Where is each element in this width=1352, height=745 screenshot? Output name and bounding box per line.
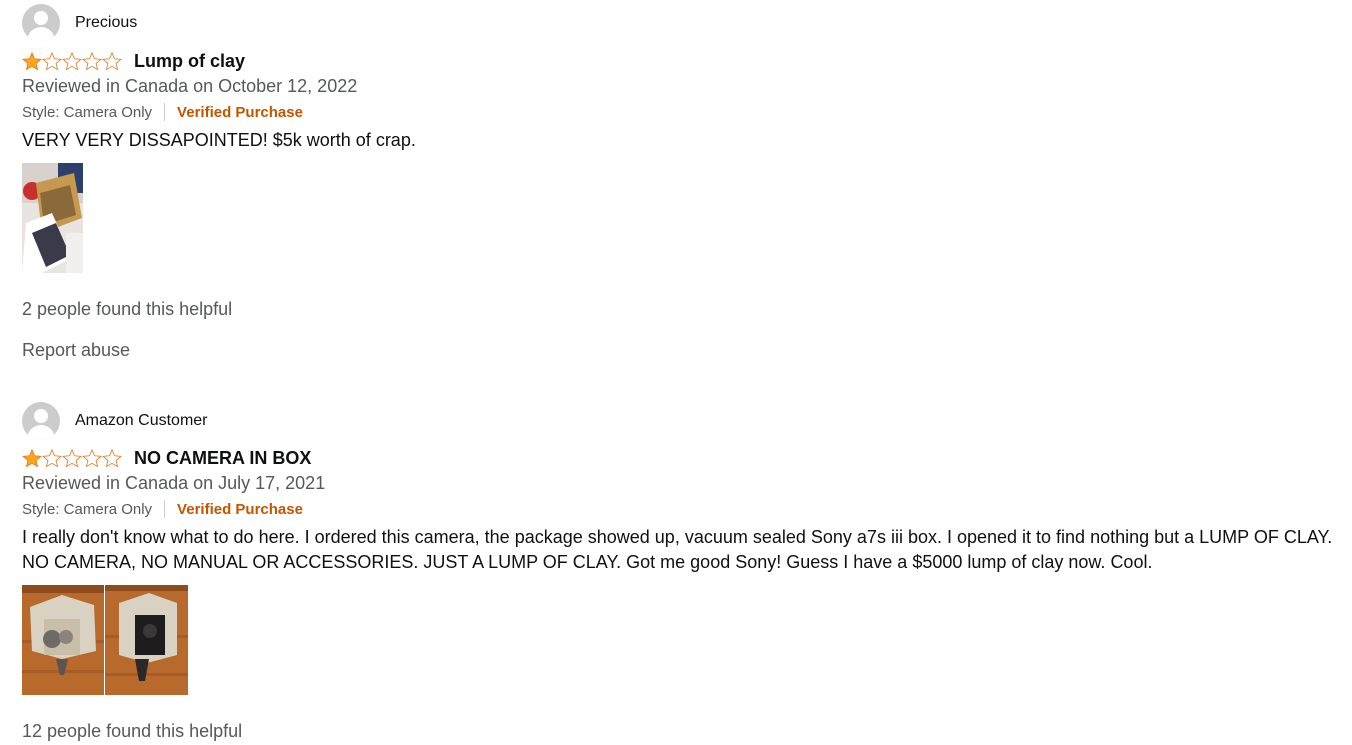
reviewer-profile[interactable]: Precious (22, 4, 1346, 42)
review-image-thumbnail[interactable] (22, 585, 104, 695)
rating-row: Lump of clay (22, 49, 1346, 73)
review-meta: Style: Camera Only Verified Purchase (22, 99, 1346, 125)
reviewer-name[interactable]: Precious (75, 14, 137, 32)
star-filled-icon (22, 449, 42, 467)
star-empty-icon (62, 52, 82, 70)
review-images (22, 585, 1346, 695)
star-empty-icon (42, 449, 62, 467)
review: Precious Lump of clay Reviewed in Canada… (22, 4, 1346, 361)
review-image-thumbnail[interactable] (22, 163, 83, 273)
star-empty-icon (102, 52, 122, 70)
review-date: Reviewed in Canada on October 12, 2022 (22, 76, 358, 96)
review-meta: Style: Camera Only Verified Purchase (22, 496, 1346, 522)
verified-purchase-badge: Verified Purchase (177, 103, 303, 121)
star-filled-icon (22, 52, 42, 70)
style-label[interactable]: Style: Camera Only (22, 104, 152, 121)
avatar-icon (22, 4, 60, 42)
reviewer-name[interactable]: Amazon Customer (75, 412, 208, 430)
avatar-icon (22, 402, 60, 440)
divider (164, 103, 166, 121)
review-date: Reviewed in Canada on July 17, 2021 (22, 473, 326, 493)
divider (164, 500, 166, 518)
star-empty-icon (82, 449, 102, 467)
review-title[interactable]: NO CAMERA IN BOX (134, 448, 311, 469)
reviewer-profile[interactable]: Amazon Customer (22, 402, 1346, 440)
helpful-count: 12 people found this helpful (22, 721, 243, 741)
review: Amazon Customer NO CAMERA IN BOX Reviewe… (22, 402, 1346, 742)
style-label[interactable]: Style: Camera Only (22, 501, 152, 518)
star-rating[interactable] (22, 449, 122, 467)
star-empty-icon (42, 52, 62, 70)
review-title[interactable]: Lump of clay (134, 51, 245, 72)
review-body: VERY VERY DISSAPOINTED! $5k worth of cra… (22, 130, 416, 150)
star-empty-icon (102, 449, 122, 467)
rating-row: NO CAMERA IN BOX (22, 446, 1346, 470)
star-empty-icon (82, 52, 102, 70)
verified-purchase-badge: Verified Purchase (177, 500, 303, 518)
star-empty-icon (62, 449, 82, 467)
star-rating[interactable] (22, 52, 122, 70)
review-image-thumbnail[interactable] (105, 585, 188, 695)
helpful-count: 2 people found this helpful (22, 299, 233, 319)
review-images (22, 163, 1346, 273)
review-body: I really don't know what to do here. I o… (22, 527, 1333, 572)
report-abuse-link[interactable]: Report abuse (22, 340, 1346, 361)
